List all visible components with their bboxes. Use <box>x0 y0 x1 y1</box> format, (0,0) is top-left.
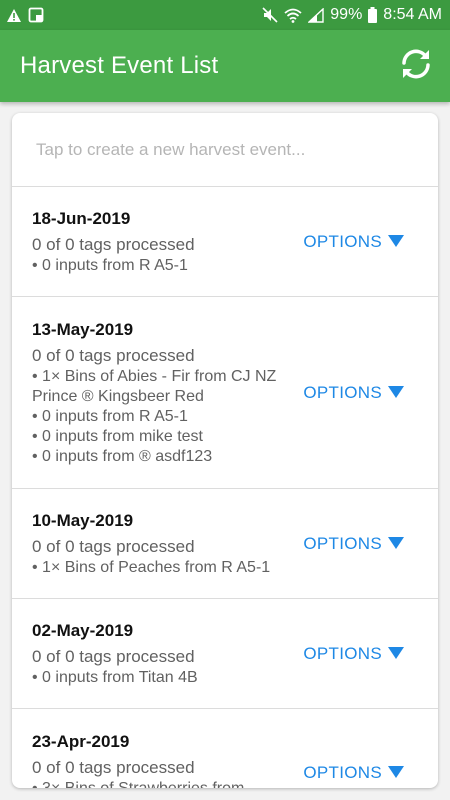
event-input-line: • 0 inputs from ® asdf123 <box>32 447 213 465</box>
options-button[interactable]: OPTIONS <box>303 232 404 252</box>
dropdown-triangle-icon <box>388 763 404 783</box>
battery-percent: 99% <box>330 6 363 23</box>
event-details: 13-May-2019 0 of 0 tags processed • 1× B… <box>32 319 302 467</box>
dropdown-triangle-icon <box>388 534 404 554</box>
harvest-event-row[interactable]: 23-Apr-2019 0 of 0 tags processed • 3× B… <box>12 709 438 788</box>
event-progress: 0 of 0 tags processed <box>32 234 195 254</box>
harvest-event-row[interactable]: 10-May-2019 0 of 0 tags processed • 1× B… <box>12 489 438 599</box>
harvest-event-row[interactable]: 18-Jun-2019 0 of 0 tags processed • 0 in… <box>12 187 438 297</box>
warning-icon <box>6 8 22 23</box>
event-date: 10-May-2019 <box>32 510 134 530</box>
battery-icon <box>368 7 378 23</box>
event-input-line: • 3× Bins of Strawberries from <box>32 779 244 788</box>
options-label: OPTIONS <box>303 382 382 402</box>
clock: 8:54 AM <box>383 6 442 23</box>
harvest-event-list: Tap to create a new harvest event... 18-… <box>12 113 438 788</box>
status-bar: 99% 8:54 AM <box>0 0 450 30</box>
event-input-line: • 0 inputs from mike test <box>32 427 203 445</box>
options-label: OPTIONS <box>303 763 382 782</box>
dropdown-triangle-icon <box>388 383 404 403</box>
signal-icon <box>308 7 324 23</box>
event-details: 02-May-2019 0 of 0 tags processed • 0 in… <box>32 620 198 688</box>
options-button[interactable]: OPTIONS <box>303 644 404 664</box>
options-label: OPTIONS <box>303 643 382 663</box>
image-notification-icon <box>28 7 44 23</box>
event-date: 18-Jun-2019 <box>32 208 131 228</box>
new-harvest-event-input[interactable]: Tap to create a new harvest event... <box>12 113 438 187</box>
dropdown-triangle-icon <box>388 232 404 252</box>
status-bar-right: 99% 8:54 AM <box>262 6 442 24</box>
options-button[interactable]: OPTIONS <box>303 763 404 783</box>
event-progress: 0 of 0 tags processed <box>32 536 195 556</box>
event-details: 10-May-2019 0 of 0 tags processed • 1× B… <box>32 510 270 578</box>
refresh-button[interactable] <box>394 44 438 88</box>
status-bar-left <box>6 7 44 23</box>
page-title: Harvest Event List <box>20 52 219 79</box>
event-date: 23-Apr-2019 <box>32 732 130 751</box>
options-button[interactable]: OPTIONS <box>303 534 404 554</box>
dropdown-triangle-icon <box>388 644 404 664</box>
event-progress: 0 of 0 tags processed <box>32 345 195 365</box>
wifi-icon <box>284 8 302 23</box>
event-input-line: • 0 inputs from R A5-1 <box>32 407 188 425</box>
harvest-event-row[interactable]: 13-May-2019 0 of 0 tags processed • 1× B… <box>12 297 438 489</box>
event-details: 23-Apr-2019 0 of 0 tags processed • 3× B… <box>32 731 244 788</box>
event-date: 02-May-2019 <box>32 620 134 640</box>
harvest-event-row[interactable]: 02-May-2019 0 of 0 tags processed • 0 in… <box>12 599 438 709</box>
app-bar: Harvest Event List <box>0 30 450 102</box>
event-date: 13-May-2019 <box>32 319 134 339</box>
event-progress: 0 of 0 tags processed <box>32 646 195 666</box>
options-label: OPTIONS <box>303 533 382 553</box>
event-input-line: • 0 inputs from R A5-1 <box>32 256 188 274</box>
options-label: OPTIONS <box>303 231 382 251</box>
event-input-line: • 0 inputs from Titan 4B <box>32 668 198 686</box>
mute-icon <box>262 7 278 23</box>
options-button[interactable]: OPTIONS <box>303 383 404 403</box>
event-input-line: • 1× Bins of Abies - Fir from CJ NZ Prin… <box>32 367 277 405</box>
event-input-line: • 1× Bins of Peaches from R A5-1 <box>32 558 271 576</box>
refresh-icon <box>398 46 434 87</box>
event-progress: 0 of 0 tags processed <box>32 758 195 777</box>
event-details: 18-Jun-2019 0 of 0 tags processed • 0 in… <box>32 208 195 276</box>
